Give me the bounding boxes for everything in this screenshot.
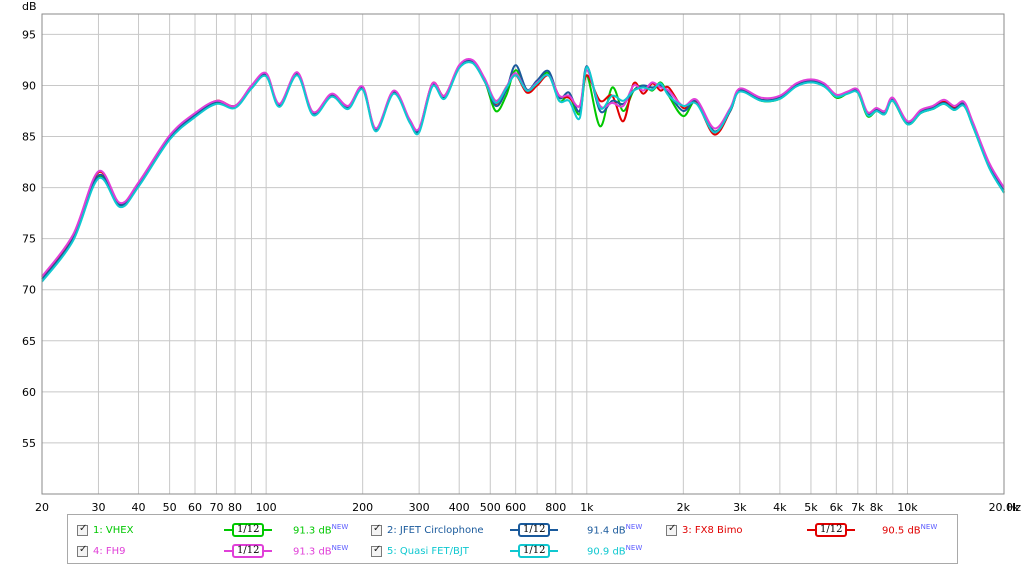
- x-tick-label: 600: [505, 501, 526, 514]
- y-tick-label: 70: [22, 284, 36, 297]
- level-quasi: 90.9 dBNEW: [587, 544, 643, 558]
- smoothing-value-jfet: 1/12: [518, 523, 551, 537]
- checkbox-fh9[interactable]: [77, 544, 88, 557]
- legend-item-vhex[interactable]: 1: VHEX: [77, 521, 133, 539]
- x-tick-label: 2k: [677, 501, 691, 514]
- series-line-5: [41, 61, 1005, 283]
- y-tick-label: 90: [22, 79, 36, 92]
- x-tick-label: 500: [480, 501, 501, 514]
- y-tick-label: 75: [22, 233, 36, 246]
- level-fh9: 91.3 dBNEW: [293, 544, 349, 558]
- x-tick-label: 60: [188, 501, 202, 514]
- series-line-4: [41, 57, 1005, 278]
- level-jfet: 91.4 dBNEW: [587, 523, 643, 537]
- legend-label-fx8: 3: FX8 Bimo: [682, 524, 743, 536]
- x-tick-label: 200: [352, 501, 373, 514]
- legend-panel: 1: VHEX 1/12 91.3 dBNEW 2: JFET Circloph…: [67, 514, 958, 564]
- y-tick-label: 95: [22, 28, 36, 41]
- checkbox-jfet[interactable]: [371, 523, 382, 536]
- series-lines: [41, 57, 1005, 283]
- x-tick-label: 6k: [830, 501, 844, 514]
- x-tick-label: 30: [91, 501, 105, 514]
- x-tick-label: 40: [132, 501, 146, 514]
- legend-item-quasi[interactable]: 5: Quasi FET/BJT: [371, 542, 469, 560]
- frequency-response-chart: 55 60 65 70 75 80 85 90 95 20 30 40 50 60 70 80 100 200 3…: [22, 0, 1021, 514]
- y-axis-ticks: 55 60 65 70 75 80 85 90 95: [22, 28, 36, 450]
- x-tick-label: 100: [256, 501, 277, 514]
- smoothing-value-fh9: 1/12: [232, 544, 265, 558]
- x-tick-label: 5k: [804, 501, 818, 514]
- level-vhex: 91.3 dBNEW: [293, 523, 349, 537]
- x-axis-ticks: 20 30 40 50 60 70 80 100 200 300 400 500 600 800 1k 2k 3…: [35, 501, 1020, 514]
- checkbox-quasi[interactable]: [371, 544, 382, 557]
- smoothing-value-vhex: 1/12: [232, 523, 265, 537]
- smoothing-control-vhex[interactable]: 1/12: [224, 522, 273, 538]
- x-axis-unit: Hz: [1007, 501, 1021, 514]
- y-tick-label: 80: [22, 182, 36, 195]
- checkbox-fx8[interactable]: [666, 523, 677, 536]
- smoothing-control-quasi[interactable]: 1/12: [510, 543, 559, 559]
- x-tick-label: 1k: [580, 501, 594, 514]
- legend-label-quasi: 5: Quasi FET/BJT: [387, 545, 469, 557]
- level-fx8: 90.5 dBNEW: [882, 523, 938, 537]
- x-tick-label: 300: [409, 501, 430, 514]
- x-tick-label: 400: [449, 501, 470, 514]
- smoothing-value-quasi: 1/12: [518, 544, 551, 558]
- x-tick-label: 7k: [851, 501, 865, 514]
- smoothing-control-jfet[interactable]: 1/12: [510, 522, 559, 538]
- legend-item-jfet[interactable]: 2: JFET Circlophone: [371, 521, 484, 539]
- x-tick-label: 4k: [773, 501, 787, 514]
- smoothing-control-fx8[interactable]: 1/12: [807, 522, 856, 538]
- y-tick-label: 60: [22, 386, 36, 399]
- x-tick-label: 3k: [733, 501, 747, 514]
- checkbox-vhex[interactable]: [77, 523, 88, 536]
- x-tick-label: 800: [545, 501, 566, 514]
- y-tick-label: 65: [22, 335, 36, 348]
- smoothing-control-fh9[interactable]: 1/12: [224, 543, 273, 559]
- y-tick-label: 55: [22, 437, 36, 450]
- x-tick-label: 20: [35, 501, 49, 514]
- smoothing-value-fx8: 1/12: [815, 523, 848, 537]
- x-tick-label: 70: [209, 501, 223, 514]
- legend-label-jfet: 2: JFET Circlophone: [387, 524, 484, 536]
- x-tick-label: 50: [163, 501, 177, 514]
- legend-item-fx8[interactable]: 3: FX8 Bimo: [666, 521, 743, 539]
- x-tick-label: 10k: [897, 501, 918, 514]
- y-tick-label: 85: [22, 131, 36, 144]
- legend-label-fh9: 4: FH9: [93, 545, 126, 557]
- legend-item-fh9[interactable]: 4: FH9: [77, 542, 126, 560]
- x-tick-label: 8k: [870, 501, 884, 514]
- y-axis-label: dB: [22, 0, 37, 13]
- legend-label-vhex: 1: VHEX: [93, 524, 134, 536]
- x-tick-label: 80: [228, 501, 242, 514]
